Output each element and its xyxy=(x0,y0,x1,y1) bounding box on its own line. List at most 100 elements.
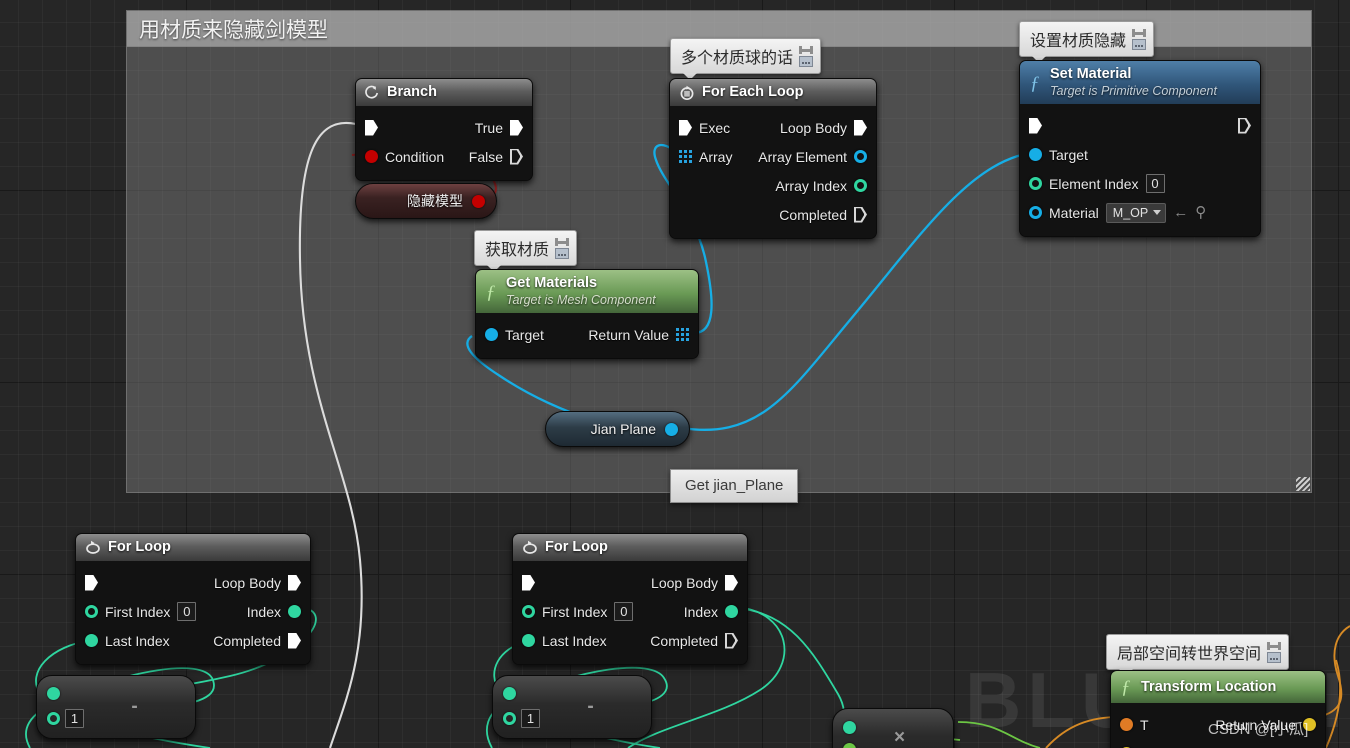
node-set-material[interactable]: ƒ Set Material Target is Primitive Compo… xyxy=(1019,60,1261,237)
exec-in-pin[interactable] xyxy=(1029,117,1042,134)
forloop1-row-exec[interactable]: Loop Body xyxy=(76,568,310,597)
element-index-input[interactable]: 0 xyxy=(1145,174,1165,193)
forloop1-row-firstindex[interactable]: First Index 0 Index xyxy=(76,597,310,626)
target-in-pin[interactable] xyxy=(1029,148,1042,161)
exec-in-pin[interactable] xyxy=(365,119,378,136)
subtract-b-input[interactable]: 1 xyxy=(65,708,84,728)
node-for-each-loop-header[interactable]: For Each Loop xyxy=(670,79,876,106)
subtract-b-in-pin[interactable] xyxy=(503,711,516,725)
comment-icon[interactable] xyxy=(555,247,570,259)
exec-out-pin[interactable] xyxy=(1238,118,1251,134)
use-selected-asset-icon[interactable]: ← xyxy=(1173,205,1188,220)
array-element-out-pin[interactable] xyxy=(854,150,867,163)
browse-asset-icon[interactable]: ⚲ xyxy=(1195,205,1206,220)
exec-out-loopbody-pin[interactable] xyxy=(725,574,738,591)
index-out-pin[interactable] xyxy=(725,605,738,618)
exec-in-pin[interactable] xyxy=(522,574,535,591)
subtract-b-input[interactable]: 1 xyxy=(521,708,540,728)
foreach-row-completed[interactable]: Completed xyxy=(670,200,876,229)
comment-icon[interactable] xyxy=(799,55,814,67)
forloop2-row-firstindex[interactable]: First Index 0 Index xyxy=(513,597,747,626)
bubble-icon-group[interactable] xyxy=(555,237,570,259)
subtract-a-in-pin[interactable] xyxy=(503,686,516,700)
material-asset-dropdown[interactable]: M_OP xyxy=(1105,202,1167,223)
exec-in-pin[interactable] xyxy=(85,574,98,591)
comment-resize-handle[interactable] xyxy=(1296,477,1310,491)
condition-in-pin[interactable] xyxy=(365,150,378,163)
node-comment-bubble-transform[interactable]: 局部空间转世界空间 xyxy=(1106,634,1290,676)
array-index-out-pin[interactable] xyxy=(854,179,867,192)
pin-icon[interactable] xyxy=(799,45,814,54)
return-value-out-pin[interactable] xyxy=(676,328,689,341)
chevron-down-icon[interactable] xyxy=(1153,210,1162,215)
last-index-in-pin[interactable] xyxy=(522,634,535,647)
exec-out-loopbody-pin[interactable] xyxy=(288,574,301,591)
exec-out-false-pin[interactable] xyxy=(510,149,523,165)
setmaterial-row-target[interactable]: Target xyxy=(1020,140,1260,169)
node-branch[interactable]: Branch True Condition False xyxy=(355,78,533,181)
bubble-icon-group[interactable] xyxy=(799,45,814,67)
multiply-b-in-pin[interactable] xyxy=(843,742,856,748)
node-multiply[interactable]: × xyxy=(832,708,954,748)
node-branch-header[interactable]: Branch xyxy=(356,79,532,106)
forloop2-row-exec[interactable]: Loop Body xyxy=(513,568,747,597)
first-index-input[interactable]: 0 xyxy=(177,602,197,621)
array-in-pin[interactable] xyxy=(679,150,692,163)
exec-out-completed-pin[interactable] xyxy=(725,633,738,649)
node-set-material-header[interactable]: ƒ Set Material Target is Primitive Compo… xyxy=(1020,61,1260,104)
comment-icon[interactable] xyxy=(1132,38,1147,50)
material-in-pin[interactable] xyxy=(1029,206,1042,219)
first-index-in-pin[interactable] xyxy=(522,605,535,618)
setmaterial-row-exec[interactable] xyxy=(1020,111,1260,140)
exec-out-completed-pin[interactable] xyxy=(854,207,867,223)
branch-row-exec[interactable]: True xyxy=(356,113,532,142)
blueprint-graph-canvas[interactable]: BLUEPRINT 用材质来隐藏剑模型 xyxy=(0,0,1350,748)
node-comment-bubble-foreach[interactable]: 多个材质球的话 xyxy=(670,38,822,80)
node-comment-bubble-setmaterial[interactable]: 设置材质隐藏 xyxy=(1019,21,1155,63)
bubble-icon-group[interactable] xyxy=(1267,641,1282,663)
node-get-materials[interactable]: ƒ Get Materials Target is Mesh Component… xyxy=(475,269,699,359)
node-for-loop-1[interactable]: For Loop Loop Body First Index 0 Index L… xyxy=(75,533,311,665)
first-index-input[interactable]: 0 xyxy=(614,602,634,621)
transform-row-location[interactable]: Location xyxy=(1111,739,1325,748)
subtract-a-in-pin[interactable] xyxy=(47,686,60,700)
foreach-row-exec[interactable]: Exec Loop Body xyxy=(670,113,876,142)
element-index-in-pin[interactable] xyxy=(1029,177,1042,190)
setmaterial-row-elementindex[interactable]: Element Index 0 xyxy=(1020,169,1260,198)
node-for-loop-1-header[interactable]: For Loop xyxy=(76,534,310,561)
node-subtract-1[interactable]: 1 - xyxy=(36,675,196,739)
node-for-loop-2[interactable]: For Loop Loop Body First Index 0 Index L… xyxy=(512,533,748,665)
exec-out-true-pin[interactable] xyxy=(510,119,523,136)
foreach-row-arrayindex[interactable]: Array Index xyxy=(670,171,876,200)
forloop2-row-lastindex[interactable]: Last Index Completed xyxy=(513,626,747,655)
bubble-icon-group[interactable] xyxy=(1132,28,1147,50)
getmaterials-row-target[interactable]: Target Return Value xyxy=(476,320,698,349)
first-index-in-pin[interactable] xyxy=(85,605,98,618)
node-transform-location-header[interactable]: ƒ Transform Location xyxy=(1111,671,1325,703)
target-in-pin[interactable] xyxy=(485,328,498,341)
node-variable-jian-plane[interactable]: Jian Plane xyxy=(545,411,690,447)
t-in-pin[interactable] xyxy=(1120,718,1133,731)
branch-row-condition[interactable]: Condition False xyxy=(356,142,532,171)
last-index-in-pin[interactable] xyxy=(85,634,98,647)
node-for-loop-2-header[interactable]: For Loop xyxy=(513,534,747,561)
node-get-materials-header[interactable]: ƒ Get Materials Target is Mesh Component xyxy=(476,270,698,313)
foreach-row-array[interactable]: Array Array Element xyxy=(670,142,876,171)
exec-out-loopbody-pin[interactable] xyxy=(854,119,867,136)
forloop1-row-lastindex[interactable]: Last Index Completed xyxy=(76,626,310,655)
object-out-pin[interactable] xyxy=(665,422,678,436)
setmaterial-row-material[interactable]: Material M_OP ← ⚲ xyxy=(1020,198,1260,227)
node-variable-hide-model[interactable]: 隐藏模型 xyxy=(355,183,497,219)
node-subtract-2[interactable]: 1 - xyxy=(492,675,652,739)
pin-icon[interactable] xyxy=(1267,641,1282,650)
bool-out-pin[interactable] xyxy=(472,194,485,208)
exec-in-pin[interactable] xyxy=(679,119,692,136)
multiply-a-in-pin[interactable] xyxy=(843,720,856,734)
pin-icon[interactable] xyxy=(555,237,570,246)
exec-out-completed-pin[interactable] xyxy=(288,632,301,649)
index-out-pin[interactable] xyxy=(288,605,301,618)
pin-icon[interactable] xyxy=(1132,28,1147,37)
subtract-b-in-pin[interactable] xyxy=(47,711,60,725)
node-for-each-loop[interactable]: For Each Loop Exec Loop Body Array Array… xyxy=(669,78,877,239)
node-comment-bubble-getmaterials[interactable]: 获取材质 xyxy=(474,230,578,272)
